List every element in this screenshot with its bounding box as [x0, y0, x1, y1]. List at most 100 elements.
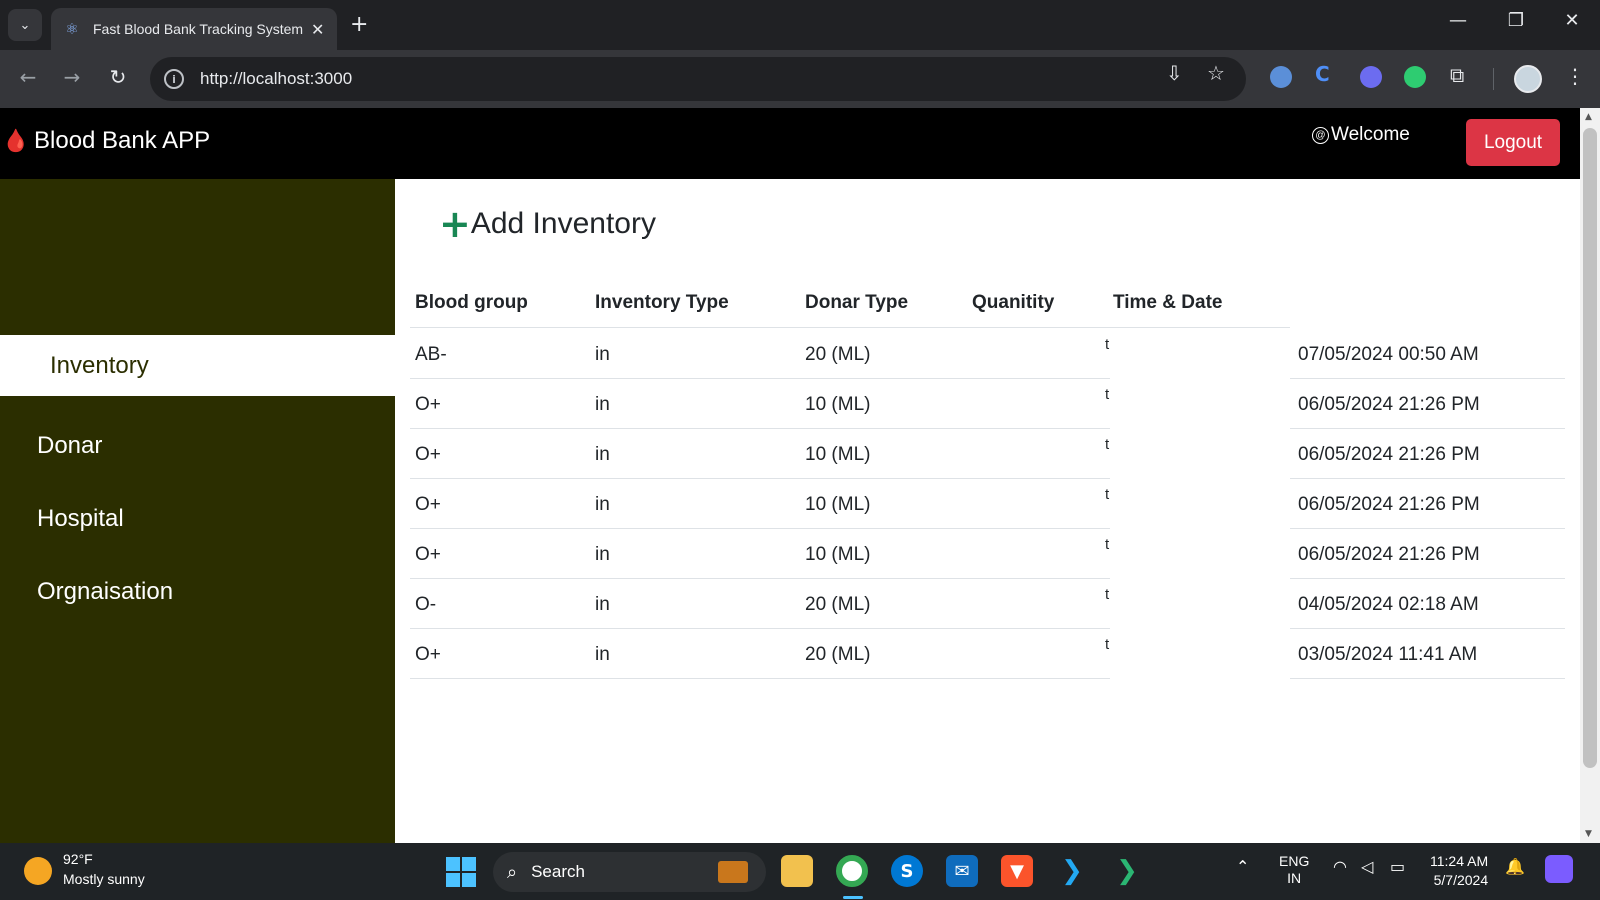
skype-icon[interactable]: S — [891, 855, 923, 887]
logout-button[interactable]: Logout — [1466, 119, 1560, 166]
taskbar-search[interactable]: ⌕ Search — [493, 852, 766, 892]
search-highlight-icon — [718, 861, 748, 883]
page-scrollbar[interactable]: ▲ ▼ — [1580, 108, 1600, 843]
browser-tabstrip: ⌄ ⚛ Fast Blood Bank Tracking System ✕ + … — [0, 0, 1600, 50]
wifi-icon[interactable]: ◠ — [1333, 857, 1347, 876]
scrollbar-thumb[interactable] — [1583, 128, 1597, 768]
back-icon[interactable]: ← — [14, 65, 42, 89]
cell-blood-group: O+ — [415, 394, 441, 415]
blood-donation-icon: 🩸 — [2, 128, 30, 154]
cell-marker: t — [1105, 536, 1110, 553]
add-inventory-button[interactable]: + Add Inventory — [439, 205, 656, 243]
file-explorer-icon[interactable] — [781, 855, 813, 887]
clock-time: 11:24 AM — [1430, 853, 1489, 869]
battery-icon[interactable]: ▭ — [1390, 857, 1405, 876]
sidebar-item-label: Orgnaisation — [37, 578, 174, 605]
sidebar-item-label: Inventory — [50, 352, 149, 379]
column-header-donar-type: Donar Type — [805, 292, 909, 313]
reload-icon[interactable]: ↻ — [104, 65, 132, 89]
close-window-button[interactable]: ✕ — [1552, 10, 1592, 31]
table-row: O+ in 20 (ML) t 03/05/2024 11:41 AM — [410, 629, 1565, 679]
new-tab-button[interactable]: + — [350, 12, 368, 37]
cell-time: 04/05/2024 02:18 AM — [1298, 594, 1479, 615]
address-bar[interactable]: i http://localhost:3000 — [150, 57, 1246, 101]
sidebar-item-label: Donar — [37, 432, 103, 459]
install-app-icon[interactable]: ⇩ — [1166, 61, 1183, 85]
brand[interactable]: 🩸 Blood Bank APP — [2, 127, 210, 155]
language-code: ENG — [1279, 853, 1310, 869]
cell-marker: t — [1105, 636, 1110, 653]
system-clock[interactable]: 11:24 AM 5/7/2024 — [1430, 852, 1488, 890]
extensions-puzzle-icon[interactable]: ⧉ — [1450, 63, 1464, 87]
vscode-insiders-icon[interactable]: ❯ — [1111, 855, 1143, 887]
notification-bell-icon[interactable]: 🔔 — [1505, 857, 1525, 876]
cell-blood-group: O+ — [415, 544, 441, 565]
clock-date: 5/7/2024 — [1433, 872, 1489, 888]
table-row: O+ in 10 (ML) t 06/05/2024 21:26 PM — [410, 479, 1565, 529]
table-row: O- in 20 (ML) t 04/05/2024 02:18 AM — [410, 579, 1565, 629]
extension-c-icon[interactable]: C — [1315, 62, 1337, 86]
show-hidden-icons-chevron-icon[interactable]: ⌃ — [1236, 857, 1249, 876]
weather-description[interactable]: Mostly sunny — [63, 871, 145, 887]
cell-time: 06/05/2024 21:26 PM — [1298, 544, 1480, 565]
column-header-quantity: Quanitity — [972, 292, 1055, 313]
bookmark-star-icon[interactable]: ☆ — [1207, 61, 1225, 85]
cell-blood-group: O+ — [415, 644, 441, 665]
add-inventory-label: Add Inventory — [470, 207, 656, 240]
table-row: O+ in 10 (ML) t 06/05/2024 21:26 PM — [410, 429, 1565, 479]
scroll-up-icon[interactable]: ▲ — [1585, 112, 1592, 122]
cell-time: 06/05/2024 21:26 PM — [1298, 494, 1480, 515]
profile-avatar[interactable] — [1514, 65, 1542, 93]
page-viewport: 🩸 Blood Bank APP @ Welcome Logout Invent… — [0, 108, 1580, 843]
url-text[interactable]: http://localhost:3000 — [200, 69, 352, 89]
table-row: O+ in 10 (ML) t 06/05/2024 21:26 PM — [410, 379, 1565, 429]
extension-brave-icon[interactable] — [1270, 66, 1292, 88]
copilot-icon[interactable] — [1545, 855, 1573, 883]
welcome-user: @ Welcome — [1312, 124, 1410, 146]
mail-icon[interactable]: ✉ — [946, 855, 978, 887]
cell-quantity: 20 (ML) — [805, 344, 871, 365]
site-info-icon[interactable]: i — [164, 69, 184, 89]
vscode-icon[interactable]: ❯ — [1056, 855, 1088, 887]
cell-inventory-type: in — [595, 544, 610, 565]
taskbar-search-label: Search — [531, 862, 585, 881]
extension-spiral-icon[interactable] — [1360, 66, 1382, 88]
language-indicator[interactable]: ENG IN — [1279, 853, 1309, 887]
sidebar-item-orgnaisation[interactable]: Orgnaisation — [37, 578, 173, 606]
brave-icon[interactable]: ▼ — [1001, 855, 1033, 887]
tab-title: Fast Blood Bank Tracking System — [93, 21, 303, 37]
tab-search-button[interactable]: ⌄ — [8, 9, 42, 41]
active-app-indicator — [843, 896, 863, 899]
sidebar: Inventory Donar Hospital Orgnaisation — [0, 179, 395, 843]
weather-sun-icon[interactable] — [24, 857, 52, 885]
minimize-button[interactable]: — — [1438, 10, 1478, 31]
cell-time: 07/05/2024 00:50 AM — [1298, 344, 1479, 365]
app-header: 🩸 Blood Bank APP @ Welcome Logout — [0, 108, 1580, 179]
extension-target-icon[interactable] — [1404, 66, 1426, 88]
cell-blood-group: O+ — [415, 494, 441, 515]
cell-time: 03/05/2024 11:41 AM — [1298, 644, 1478, 665]
cell-quantity: 10 (ML) — [805, 494, 871, 515]
sidebar-item-label: Hospital — [37, 505, 124, 532]
sidebar-item-hospital[interactable]: Hospital — [37, 505, 124, 533]
volume-icon[interactable]: ◁ — [1361, 857, 1373, 876]
user-circle-icon: @ — [1312, 126, 1329, 144]
browser-tab[interactable]: ⚛ Fast Blood Bank Tracking System ✕ — [51, 8, 337, 50]
weather-temperature[interactable]: 92°F — [63, 851, 93, 867]
browser-menu-icon[interactable]: ⋮ — [1565, 64, 1585, 88]
windows-start-icon[interactable] — [446, 857, 476, 887]
cell-marker: t — [1105, 436, 1110, 453]
scroll-down-icon[interactable]: ▼ — [1585, 829, 1592, 839]
cell-marker: t — [1105, 586, 1110, 603]
forward-icon[interactable]: → — [58, 65, 86, 89]
cell-inventory-type: in — [595, 344, 610, 365]
cell-inventory-type: in — [595, 494, 610, 515]
sidebar-item-inventory[interactable]: Inventory — [0, 335, 395, 396]
chrome-icon[interactable] — [836, 855, 868, 887]
restore-button[interactable]: ❐ — [1496, 10, 1536, 31]
sidebar-item-donar[interactable]: Donar — [37, 432, 102, 460]
close-tab-icon[interactable]: ✕ — [311, 20, 324, 39]
row-divider — [410, 678, 1110, 679]
cell-marker: t — [1105, 386, 1110, 403]
welcome-text: Welcome — [1331, 124, 1410, 145]
